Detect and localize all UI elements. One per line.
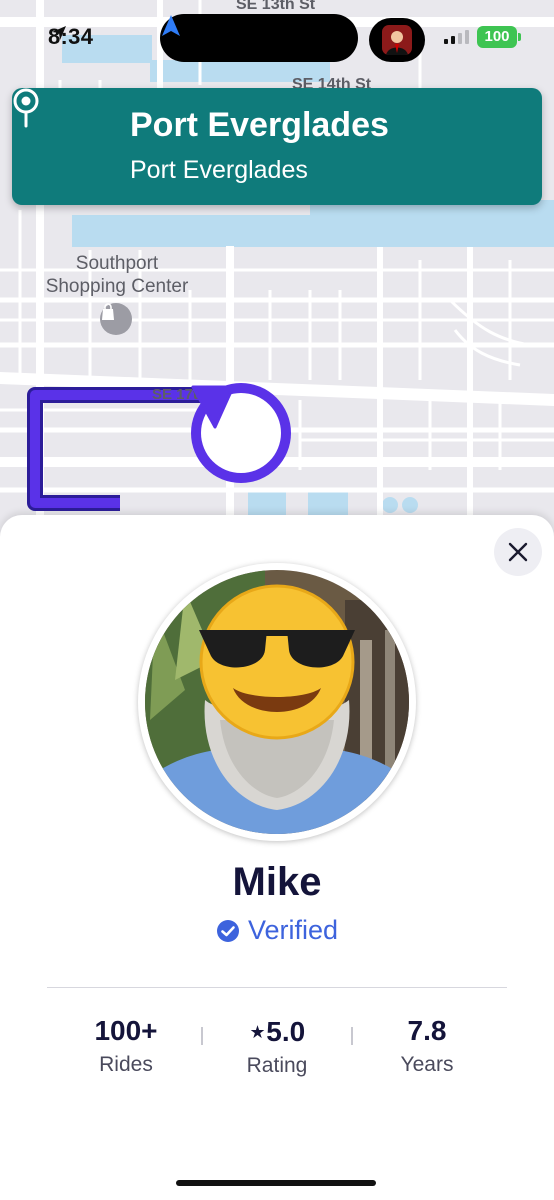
driver-avatar-frame <box>138 563 416 841</box>
dynamic-island <box>160 14 358 62</box>
map-view[interactable]: SE 13th St SE 14th St SE 17th Southport … <box>0 0 554 560</box>
stat-value: 100+ <box>94 1015 158 1046</box>
stat-value: 7.8 <box>407 1015 447 1046</box>
driver-profile-sheet: Mike Verified 100+ Rides ⋆5.0 Rating 7.8… <box>0 515 554 1200</box>
close-button[interactable] <box>494 528 542 576</box>
stat-label: Rating <box>246 1054 308 1077</box>
divider <box>47 987 507 988</box>
map-pin-icon <box>13 88 39 128</box>
verified-check-icon <box>216 919 239 942</box>
now-playing-app <box>369 18 425 62</box>
heading-arrow-icon <box>191 385 235 429</box>
status-bar: 8:34 100 <box>0 0 554 76</box>
stat-years: 7.8 Years <box>352 1015 502 1077</box>
stat-rating: ⋆5.0 Rating <box>202 1015 352 1078</box>
destination-banner[interactable]: Port Everglades Port Everglades <box>12 88 542 205</box>
driver-avatar <box>145 570 409 834</box>
poi-label: Southport Shopping Center <box>45 253 189 297</box>
close-icon <box>508 542 528 562</box>
verified-badge: Verified <box>0 915 554 946</box>
cellular-signal-icon <box>444 28 469 44</box>
current-location-marker <box>191 383 291 483</box>
stat-label: Years <box>400 1053 454 1076</box>
home-indicator[interactable] <box>176 1180 376 1186</box>
destination-subtitle: Port Everglades <box>130 156 308 184</box>
battery-indicator: 100 <box>477 26 517 48</box>
app-thumbnail <box>382 25 412 55</box>
shopping-bag-icon[interactable] <box>100 303 132 335</box>
verified-label: Verified <box>247 915 339 945</box>
driver-name: Mike <box>232 860 322 904</box>
location-arrow-icon <box>52 26 66 40</box>
stat-label: Rides <box>99 1053 153 1076</box>
stat-value: ⋆5.0 <box>248 1016 306 1047</box>
navigation-arrow-icon <box>162 15 180 36</box>
stat-rides: 100+ Rides <box>51 1015 201 1077</box>
destination-title: Port Everglades <box>130 106 389 144</box>
battery-tip <box>518 33 521 41</box>
